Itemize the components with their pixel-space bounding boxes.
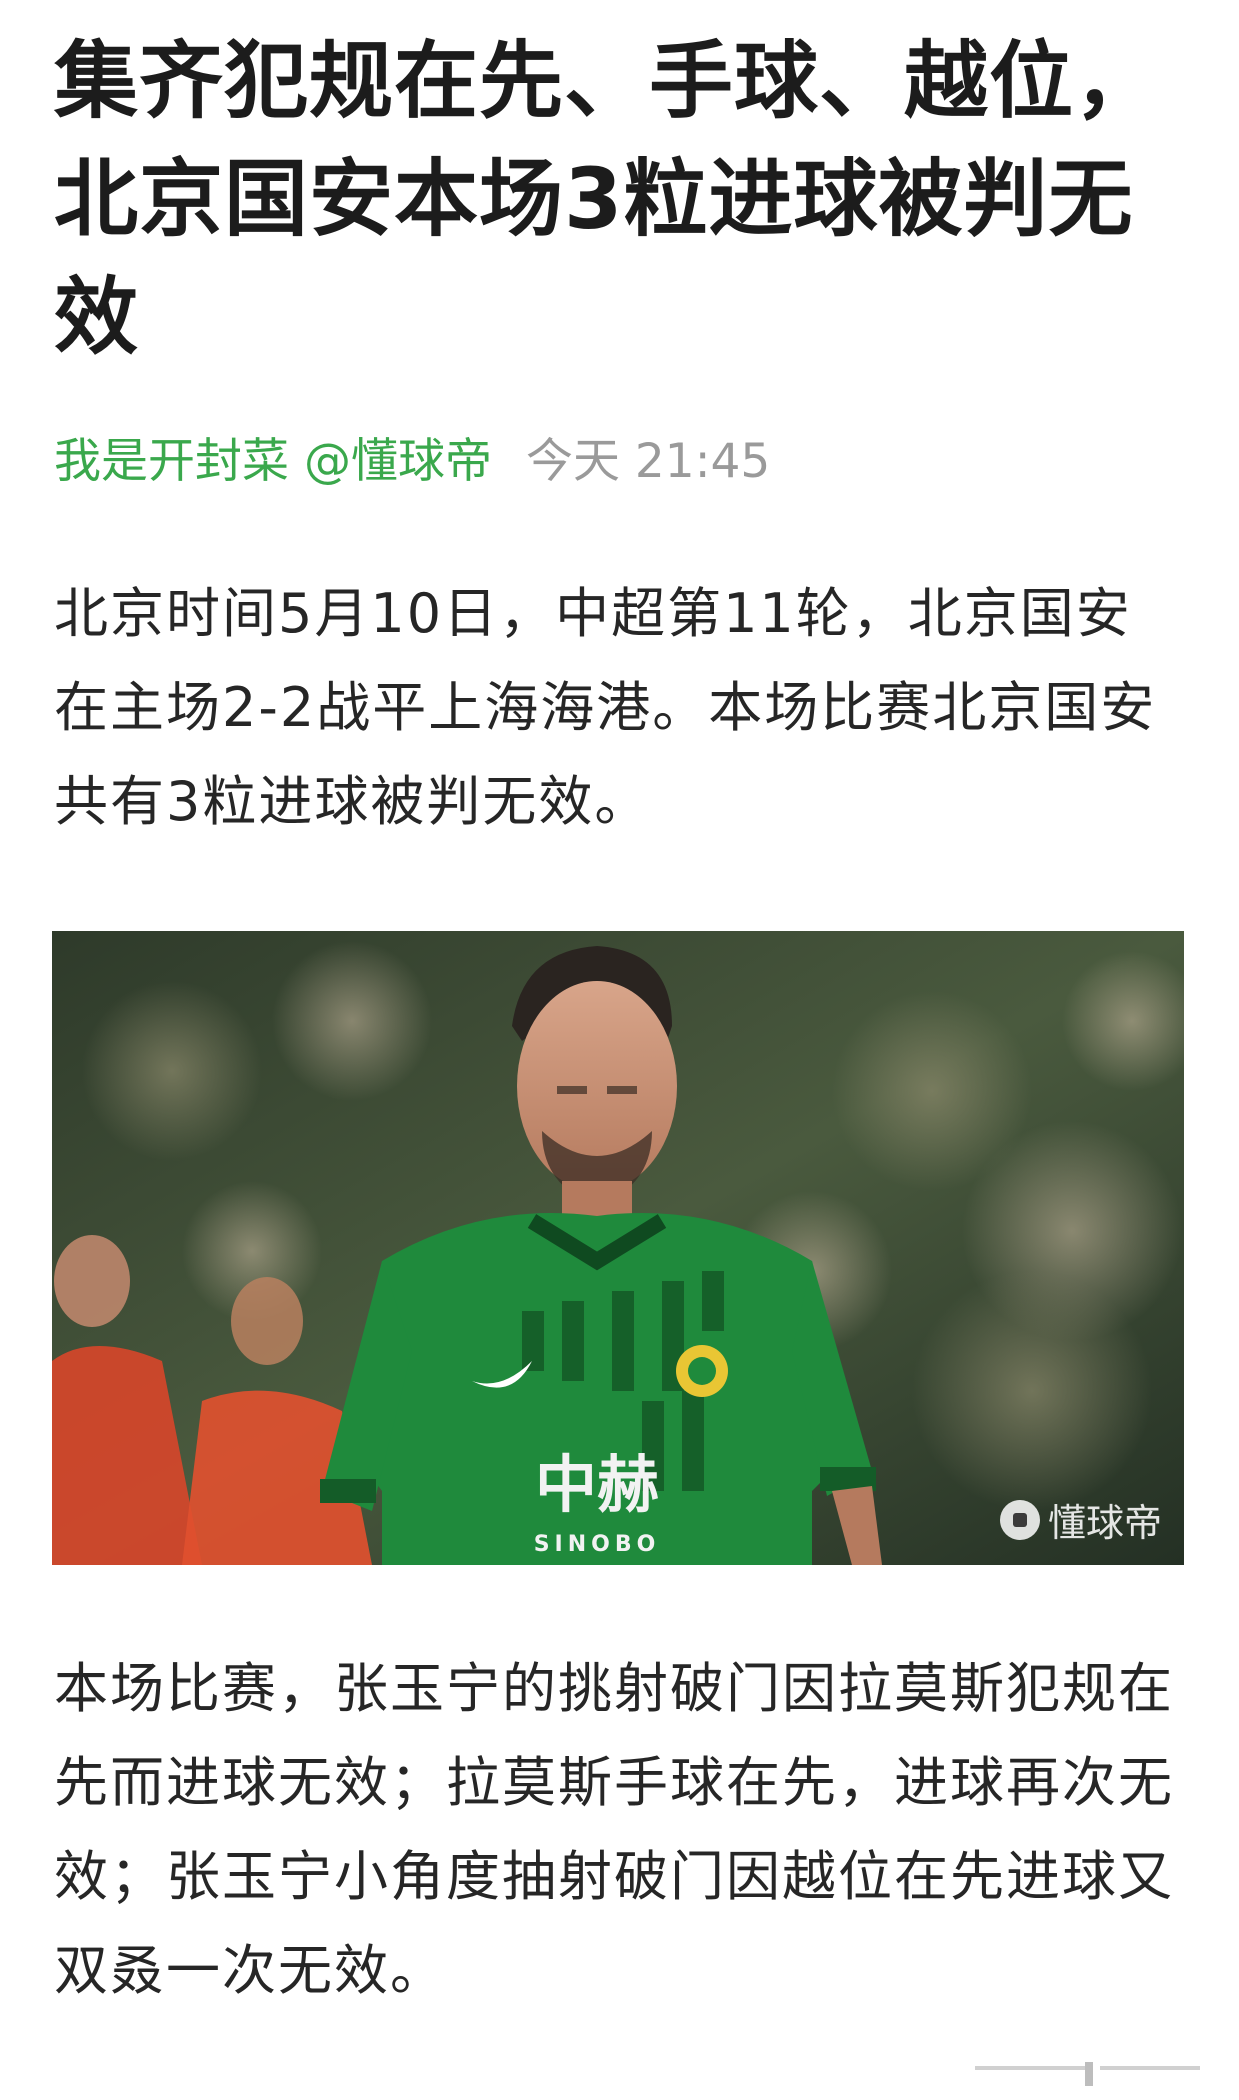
article-photo[interactable]: 中赫 SINOBO 懂球帝 [52,931,1184,1565]
scroll-progress-indicator [975,2062,1200,2086]
article-paragraph: 本场比赛，张玉宁的挑射破门因拉莫斯犯规在先而进球无效；拉莫斯手球在先，进球再次无… [54,1657,1174,2002]
shirt-sponsor: 中赫 [535,1448,659,1521]
publish-time: 今天 21:45 [525,434,771,489]
player-photo-illustration: 中赫 SINOBO [52,931,1184,1565]
article-paragraph: 北京时间5月10日，中超第11轮，北京国安在主场2-2战平上海海港。本场比赛北京… [54,582,1157,833]
shirt-sponsor-en: SINOBO [534,1532,661,1557]
photo-watermark: 懂球帝 [999,1492,1162,1547]
watermark-label: 懂球帝 [1047,1501,1162,1545]
article-meta: 我是开封菜 @懂球帝 今天 21:45 [54,432,770,492]
article-title: 集齐犯规在先、手球、越位，北京国安本场3粒进球被判无效 [54,32,1160,366]
author-link[interactable]: 我是开封菜 @懂球帝 [54,434,492,489]
football-icon [999,1499,1040,1540]
